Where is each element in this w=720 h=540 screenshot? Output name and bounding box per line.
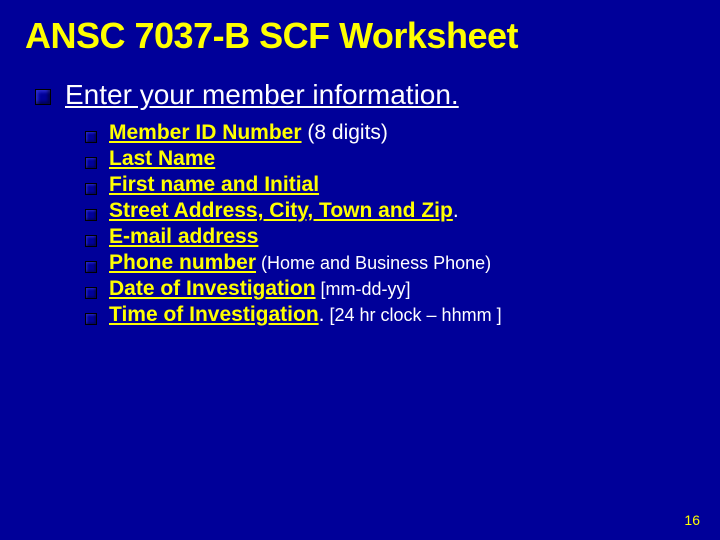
list-item: Time of Investigation. [24 hr clock – hh… <box>85 303 720 327</box>
item-text: Last Name <box>109 147 215 171</box>
item-text: Date of Investigation [mm-dd-yy] <box>109 277 411 301</box>
slide-title: ANSC 7037-B SCF Worksheet <box>0 0 720 57</box>
field-label: Member ID Number <box>109 121 302 144</box>
item-text: Member ID Number (8 digits) <box>109 121 388 145</box>
field-label: Date of Investigation <box>109 277 316 300</box>
bullet-square-icon <box>85 183 97 195</box>
item-text: Time of Investigation. [24 hr clock – hh… <box>109 303 502 327</box>
bullet-square-icon <box>85 313 97 325</box>
list-item: First name and Initial <box>85 173 720 197</box>
item-text: E-mail address <box>109 225 258 249</box>
field-label: Phone number <box>109 251 256 274</box>
page-number: 16 <box>684 512 700 528</box>
list-item: Enter your member information. <box>35 79 720 111</box>
list-item: Phone number (Home and Business Phone) <box>85 251 720 275</box>
field-note: (Home and Business Phone) <box>256 253 491 273</box>
list-item: E-mail address <box>85 225 720 249</box>
field-label: Time of Investigation <box>109 303 319 326</box>
heading-text: Enter your member information. <box>65 79 459 111</box>
slide: ANSC 7037-B SCF Worksheet Enter your mem… <box>0 0 720 540</box>
list-item: Street Address, City, Town and Zip. <box>85 199 720 223</box>
list-item: Date of Investigation [mm-dd-yy] <box>85 277 720 301</box>
field-note: (8 digits) <box>302 121 388 144</box>
item-text: Phone number (Home and Business Phone) <box>109 251 491 275</box>
field-label: First name and Initial <box>109 173 319 196</box>
bullet-square-icon <box>85 209 97 221</box>
bullet-square-icon <box>85 131 97 143</box>
bullet-square-icon <box>85 157 97 169</box>
list-item: Last Name <box>85 147 720 171</box>
period: . <box>453 199 459 222</box>
field-label: Street Address, City, Town and Zip <box>109 199 453 222</box>
bullet-square-icon <box>85 235 97 247</box>
level2-list: Member ID Number (8 digits)Last NameFirs… <box>85 121 720 327</box>
field-label: E-mail address <box>109 225 258 248</box>
bullet-square-icon <box>35 89 51 105</box>
bullet-square-icon <box>85 287 97 299</box>
list-item: Member ID Number (8 digits) <box>85 121 720 145</box>
field-label: Last Name <box>109 147 215 170</box>
field-note: [mm-dd-yy] <box>316 279 411 299</box>
field-note: [24 hr clock – hhmm ] <box>325 305 502 325</box>
level1-list: Enter your member information. <box>35 79 720 111</box>
bullet-square-icon <box>85 261 97 273</box>
item-text: Street Address, City, Town and Zip. <box>109 199 459 223</box>
item-text: First name and Initial <box>109 173 319 197</box>
